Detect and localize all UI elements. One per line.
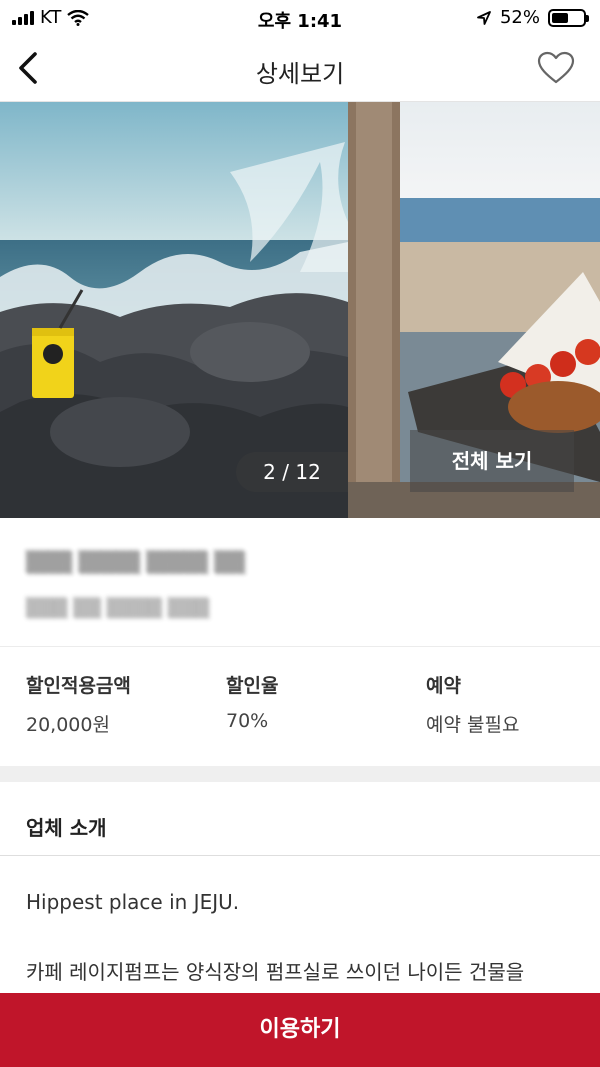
use-button[interactable]: 이용하기	[0, 993, 600, 1067]
reservation-label: 예약	[426, 675, 461, 697]
nav-bar: 상세보기	[0, 36, 600, 102]
intro-section-title: 업체 소개	[26, 816, 107, 840]
intro-section-header: 업체 소개	[0, 782, 600, 856]
rate-value: 70%	[226, 710, 269, 732]
blurred-subtitle: ▒▒▒ ▒▒ ▒▒▒▒ ▒▒▒	[26, 598, 210, 619]
view-all-photos-button[interactable]: 전체 보기	[410, 430, 574, 492]
intro-text-line-2: 카페 레이지펌프는 양식장의 펌프실로 쓰이던 나이든 건물을	[26, 960, 525, 984]
status-right: 52%	[476, 7, 589, 28]
section-divider	[0, 766, 600, 782]
amount-info: 할인적용금액 20,000원	[26, 671, 131, 737]
blurred-title: ▒▒▒ ▒▒▒▒ ▒▒▒▒ ▒▒	[26, 550, 246, 574]
intro-text-line-1: Hippest place in JEJU.	[26, 890, 240, 914]
reservation-info: 예약 예약 불필요	[426, 671, 519, 737]
location-arrow-icon	[477, 10, 491, 25]
amount-label: 할인적용금액	[26, 675, 131, 697]
like-button[interactable]	[534, 46, 578, 90]
title-area: ▒▒▒ ▒▒▒▒ ▒▒▒▒ ▒▒ ▒▒▒ ▒▒ ▒▒▒▒ ▒▒▒	[0, 518, 600, 646]
battery-percent: 52%	[499, 7, 540, 28]
battery-icon	[548, 8, 589, 27]
reservation-value: 예약 불필요	[426, 714, 520, 736]
status-bar: KT 오후 1:41 52%	[0, 0, 600, 36]
page-title: 상세보기	[255, 60, 345, 88]
battery-fill	[552, 12, 568, 23]
rate-info: 할인율 70%	[226, 671, 278, 732]
rate-label: 할인율	[226, 675, 279, 697]
amount-value: 20,000원	[26, 714, 110, 736]
gallery-page-indicator: 2 / 12	[236, 452, 348, 492]
heart-outline-icon	[537, 51, 575, 84]
discount-info-row: 할인적용금액 20,000원 할인율 70% 예약 예약 불필요	[0, 646, 600, 766]
